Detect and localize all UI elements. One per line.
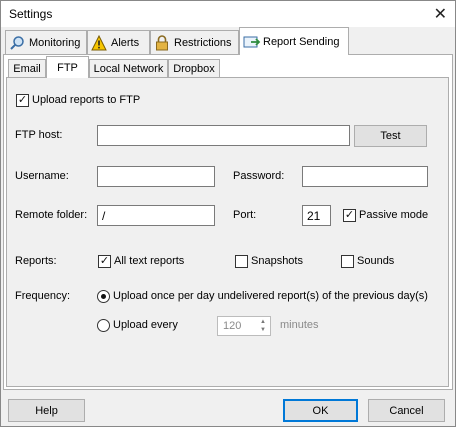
minutes-label: minutes <box>280 319 319 331</box>
title-bar: Settings ✕ <box>1 1 455 27</box>
frequency-label: Frequency: <box>15 290 71 302</box>
warning-icon <box>91 34 107 51</box>
tab-report-sending[interactable]: Report Sending <box>239 27 349 55</box>
username-input[interactable] <box>97 166 215 187</box>
ftp-host-input[interactable] <box>97 125 350 146</box>
interval-value: 120 <box>223 320 242 332</box>
username-label: Username: <box>15 170 69 182</box>
tab-label: FTP <box>57 61 78 74</box>
padlock-icon <box>154 34 170 51</box>
spin-down-icon[interactable]: ▼ <box>257 326 269 334</box>
upload-every-radio[interactable] <box>97 319 110 332</box>
ftp-panel <box>6 77 449 387</box>
tab-label: Local Network <box>93 62 164 75</box>
once-per-day-radio[interactable] <box>97 290 110 303</box>
tab-monitoring[interactable]: Monitoring <box>5 30 87 54</box>
tab-label: Dropbox <box>173 62 215 75</box>
magnifier-icon <box>9 35 25 51</box>
interval-spinner[interactable]: 120 ▲ ▼ <box>217 316 271 336</box>
passive-mode-checkbox[interactable]: ✓ <box>343 209 356 222</box>
test-button[interactable]: Test <box>354 125 427 147</box>
tab-label: Report Sending <box>263 35 340 48</box>
passive-mode-label: Passive mode <box>359 209 429 221</box>
reports-label: Reports: <box>15 255 57 267</box>
tab-label: Alerts <box>111 36 140 49</box>
tab-restrictions[interactable]: Restrictions <box>150 30 239 54</box>
settings-window: Settings ✕ Monitoring Alerts Restriction… <box>0 0 456 427</box>
remote-folder-label: Remote folder: <box>15 209 88 221</box>
sounds-checkbox[interactable] <box>341 255 354 268</box>
tab-label: Restrictions <box>174 36 232 49</box>
tab-alerts[interactable]: Alerts <box>87 30 150 54</box>
tab-ftp[interactable]: FTP <box>46 56 89 78</box>
port-input[interactable] <box>302 205 331 226</box>
upload-ftp-label: Upload reports to FTP <box>32 94 141 106</box>
top-tab-strip: Monitoring Alerts Restrictions Report Se… <box>1 27 455 55</box>
tab-local-network[interactable]: Local Network <box>89 59 168 77</box>
ok-button[interactable]: OK <box>283 399 358 422</box>
tab-label: Email <box>13 62 41 75</box>
snapshots-label: Snapshots <box>251 255 303 267</box>
remote-folder-input[interactable] <box>97 205 215 226</box>
tab-email[interactable]: Email <box>8 59 46 77</box>
all-text-reports-label: All text reports <box>114 255 185 267</box>
sounds-label: Sounds <box>357 255 395 267</box>
ftp-host-label: FTP host: <box>15 129 63 141</box>
upload-every-label: Upload every <box>113 319 178 331</box>
password-label: Password: <box>233 170 285 182</box>
once-per-day-label: Upload once per day undelivered report(s… <box>113 290 428 302</box>
port-label: Port: <box>233 209 257 221</box>
tab-label: Monitoring <box>29 36 81 49</box>
password-input[interactable] <box>302 166 428 187</box>
spin-up-icon[interactable]: ▲ <box>257 318 269 326</box>
snapshots-checkbox[interactable] <box>235 255 248 268</box>
close-icon[interactable]: ✕ <box>434 4 447 24</box>
tab-dropbox[interactable]: Dropbox <box>168 59 220 77</box>
all-text-reports-checkbox[interactable]: ✓ <box>98 255 111 268</box>
help-button[interactable]: Help <box>8 399 85 422</box>
cancel-button[interactable]: Cancel <box>368 399 445 422</box>
report-send-icon <box>243 34 261 50</box>
window-title: Settings <box>9 7 53 21</box>
upload-ftp-checkbox[interactable]: ✓ <box>16 94 29 107</box>
